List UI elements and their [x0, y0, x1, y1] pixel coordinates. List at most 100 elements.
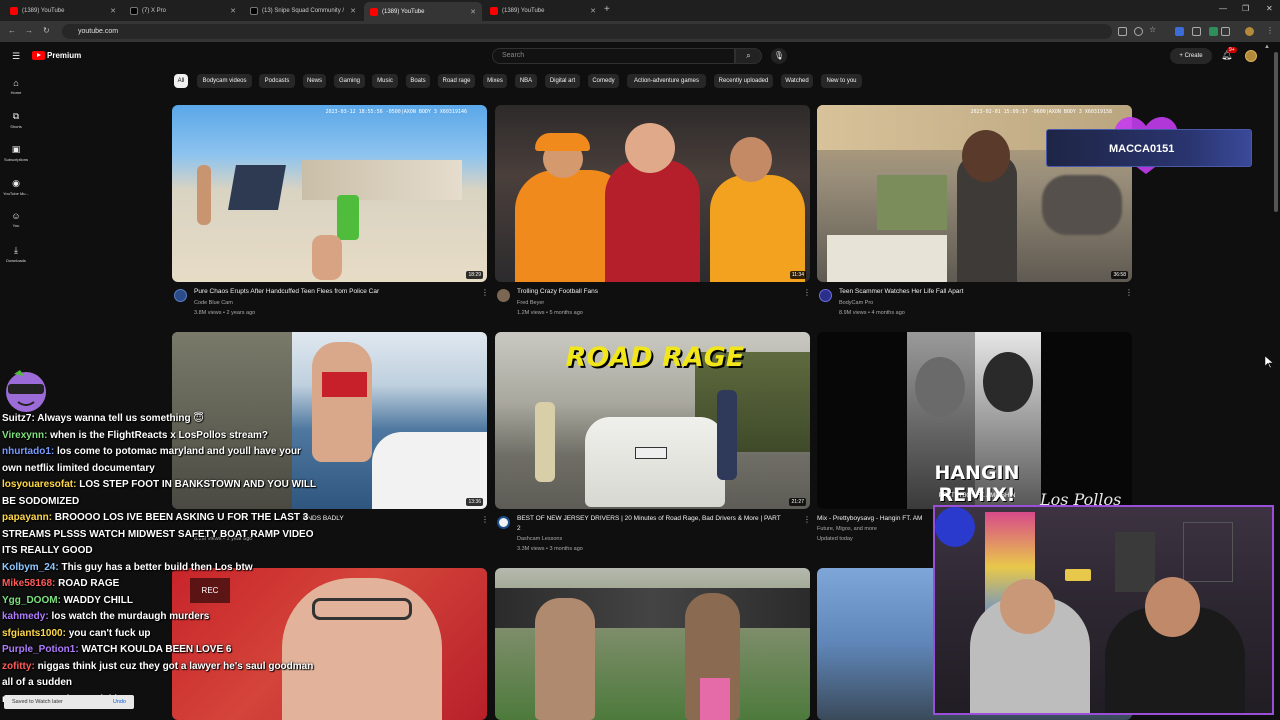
channel-avatar[interactable] — [174, 289, 187, 302]
sidebar-item-home[interactable]: ⌂ Home — [0, 78, 32, 95]
more-options-icon[interactable]: ⋮ — [481, 288, 489, 297]
profile-avatar[interactable] — [1245, 27, 1254, 36]
forward-icon[interactable]: → — [25, 26, 33, 35]
stream-chat: Suitz7: Always wanna tell us something 😇… — [2, 411, 322, 708]
shorts-icon: ⧉ — [12, 111, 20, 121]
channel-name[interactable]: Code Blue Cam — [194, 298, 233, 308]
chip-news[interactable]: News — [303, 74, 326, 88]
sidebar-item-subscriptions[interactable]: ▣ Subscriptions — [0, 144, 32, 162]
close-window-icon[interactable]: ✕ — [1266, 4, 1273, 13]
channel-name[interactable]: Fred Beyer — [517, 298, 544, 308]
extension-icon[interactable] — [1209, 27, 1218, 36]
video-thumbnail[interactable] — [495, 568, 810, 720]
building-shape — [302, 160, 462, 200]
browser-menu-icon[interactable]: ⋮ — [1266, 26, 1274, 35]
account-avatar[interactable] — [1245, 50, 1257, 62]
close-icon[interactable]: ✕ — [230, 7, 236, 15]
more-options-icon[interactable]: ⋮ — [481, 515, 489, 524]
chip-gaming[interactable]: Gaming — [334, 74, 365, 88]
more-options-icon[interactable]: ⋮ — [1125, 288, 1133, 297]
video-title[interactable]: Mix - Prettyboysavg - Hangin FT. AM — [817, 515, 922, 522]
cast-icon[interactable] — [1118, 27, 1127, 36]
bookmark-star-icon[interactable]: ☆ — [1149, 25, 1156, 34]
brand-label[interactable]: Premium — [47, 51, 81, 60]
sidebar-item-label: Shorts — [10, 124, 22, 129]
search-input[interactable]: Search — [492, 48, 735, 64]
menu-icon[interactable]: ☰ — [12, 51, 20, 62]
video-meta: 1.2M views • 5 months ago — [517, 310, 583, 316]
browser-tab-active[interactable]: (1389) YouTube ✕ — [364, 2, 482, 21]
undo-button[interactable]: Undo — [113, 695, 126, 709]
video-title-line2[interactable]: 2 — [517, 525, 521, 532]
video-thumbnail[interactable]: 2023-03-12 18:55:56 -0500|AXON BODY 3 X6… — [172, 105, 487, 282]
extension-icon[interactable] — [1175, 27, 1184, 36]
sidebar-item-downloads[interactable]: ⤓ Downloads — [0, 245, 32, 263]
chip-watched[interactable]: Watched — [781, 74, 813, 88]
video-duration: 18:29 — [466, 271, 483, 279]
browser-tab[interactable]: (1389) YouTube ✕ — [4, 3, 122, 19]
chip-new-to-you[interactable]: New to you — [821, 74, 862, 88]
search-button[interactable]: ⌕ — [735, 48, 762, 64]
url-text: youtube.com — [78, 28, 119, 35]
video-thumbnail[interactable]: 11:34 — [495, 105, 810, 282]
close-icon[interactable]: ✕ — [110, 7, 116, 15]
channel-avatar[interactable] — [497, 289, 510, 302]
video-title[interactable]: Trolling Crazy Football Fans — [517, 288, 598, 295]
chip-road-rage[interactable]: Road rage — [438, 74, 475, 88]
chip-recently-uploaded[interactable]: Recently uploaded — [714, 74, 773, 88]
video-thumbnail[interactable]: ROAD RAGE 21:27 — [495, 332, 810, 509]
video-meta: 8.9M views • 4 months ago — [839, 310, 905, 316]
close-icon[interactable]: ✕ — [590, 7, 596, 15]
channel-name[interactable]: Future, Migos, and more — [817, 524, 877, 534]
video-duration: 36:58 — [1111, 271, 1128, 279]
tab-title: (7) X Pro — [142, 8, 167, 14]
scrollbar-thumb[interactable] — [1274, 52, 1278, 212]
more-options-icon[interactable]: ⋮ — [803, 288, 811, 297]
chip-music[interactable]: Music — [372, 74, 398, 88]
sidepanel-icon[interactable] — [1221, 27, 1230, 36]
chip-nba[interactable]: NBA — [515, 74, 537, 88]
browser-tab[interactable]: (7) X Pro ✕ — [124, 3, 242, 19]
youtube-logo-icon[interactable] — [32, 51, 45, 60]
chip-all[interactable]: All — [174, 74, 188, 88]
close-icon[interactable]: ✕ — [350, 7, 356, 15]
chip-digital-art[interactable]: Digital art — [545, 74, 580, 88]
channel-avatar[interactable] — [819, 289, 832, 302]
chip-podcasts[interactable]: Podcasts — [259, 74, 295, 88]
video-thumbnail[interactable]: HANGIN REMIX! PRETTYBOY FT. AMBISHIN — [817, 332, 1132, 509]
sidebar-item-shorts[interactable]: ⧉ Shorts — [0, 111, 32, 129]
browser-tab[interactable]: (1389) YouTube ✕ — [484, 3, 602, 19]
chip-action-adventure-games[interactable]: Action-adventure games — [627, 74, 706, 88]
chip-comedy[interactable]: Comedy — [588, 74, 619, 88]
chat-message: Purple_Potion1: WATCH KOULDA BEEN LOVE 6 — [2, 644, 232, 655]
close-icon[interactable]: ✕ — [470, 8, 476, 16]
zoom-icon[interactable] — [1134, 27, 1143, 36]
youtube-icon — [10, 7, 18, 15]
maximize-icon[interactable]: ❐ — [1242, 4, 1249, 13]
browser-tab[interactable]: (13) Snipe Squad Community / ✕ — [244, 3, 362, 19]
chip-boats[interactable]: Boats — [406, 74, 430, 88]
channel-name[interactable]: BodyCam Pro — [839, 298, 873, 308]
video-title[interactable]: Teen Scammer Watches Her Life Fall Apart — [839, 288, 963, 295]
alert-username: MACCA0151 — [1109, 143, 1175, 155]
minimize-icon[interactable]: — — [1219, 4, 1227, 13]
extensions-puzzle-icon[interactable] — [1192, 27, 1201, 36]
sidebar-item-youtube-music[interactable]: ◉ YouTube Mu... — [0, 178, 32, 196]
chat-message: Ygg_DOOM: WADDY CHILL — [2, 594, 133, 606]
new-tab-icon[interactable]: + — [604, 4, 610, 15]
mic-button[interactable]: 🎙︎ — [771, 48, 787, 64]
channel-avatar[interactable] — [497, 516, 510, 529]
chip-mixes[interactable]: Mixes — [483, 74, 507, 88]
url-field[interactable]: youtube.com — [62, 24, 1112, 39]
scroll-up-icon[interactable]: ▲ — [1264, 44, 1270, 50]
video-title[interactable]: Pure Chaos Erupts After Handcuffed Teen … — [194, 288, 379, 295]
video-title[interactable]: BEST OF NEW JERSEY DRIVERS | 20 Minutes … — [517, 515, 781, 522]
sidebar-item-you[interactable]: ☺ You — [0, 211, 32, 228]
chip-bodycam-videos[interactable]: Bodycam videos — [197, 74, 252, 88]
channel-name[interactable]: Dashcam Lessons — [517, 534, 562, 544]
back-icon[interactable]: ← — [8, 26, 16, 35]
more-options-icon[interactable]: ⋮ — [803, 515, 811, 524]
person-orange-shirt-shape — [710, 175, 805, 282]
reload-icon[interactable]: ↻ — [43, 26, 50, 35]
create-button[interactable]: + Create — [1170, 48, 1212, 64]
